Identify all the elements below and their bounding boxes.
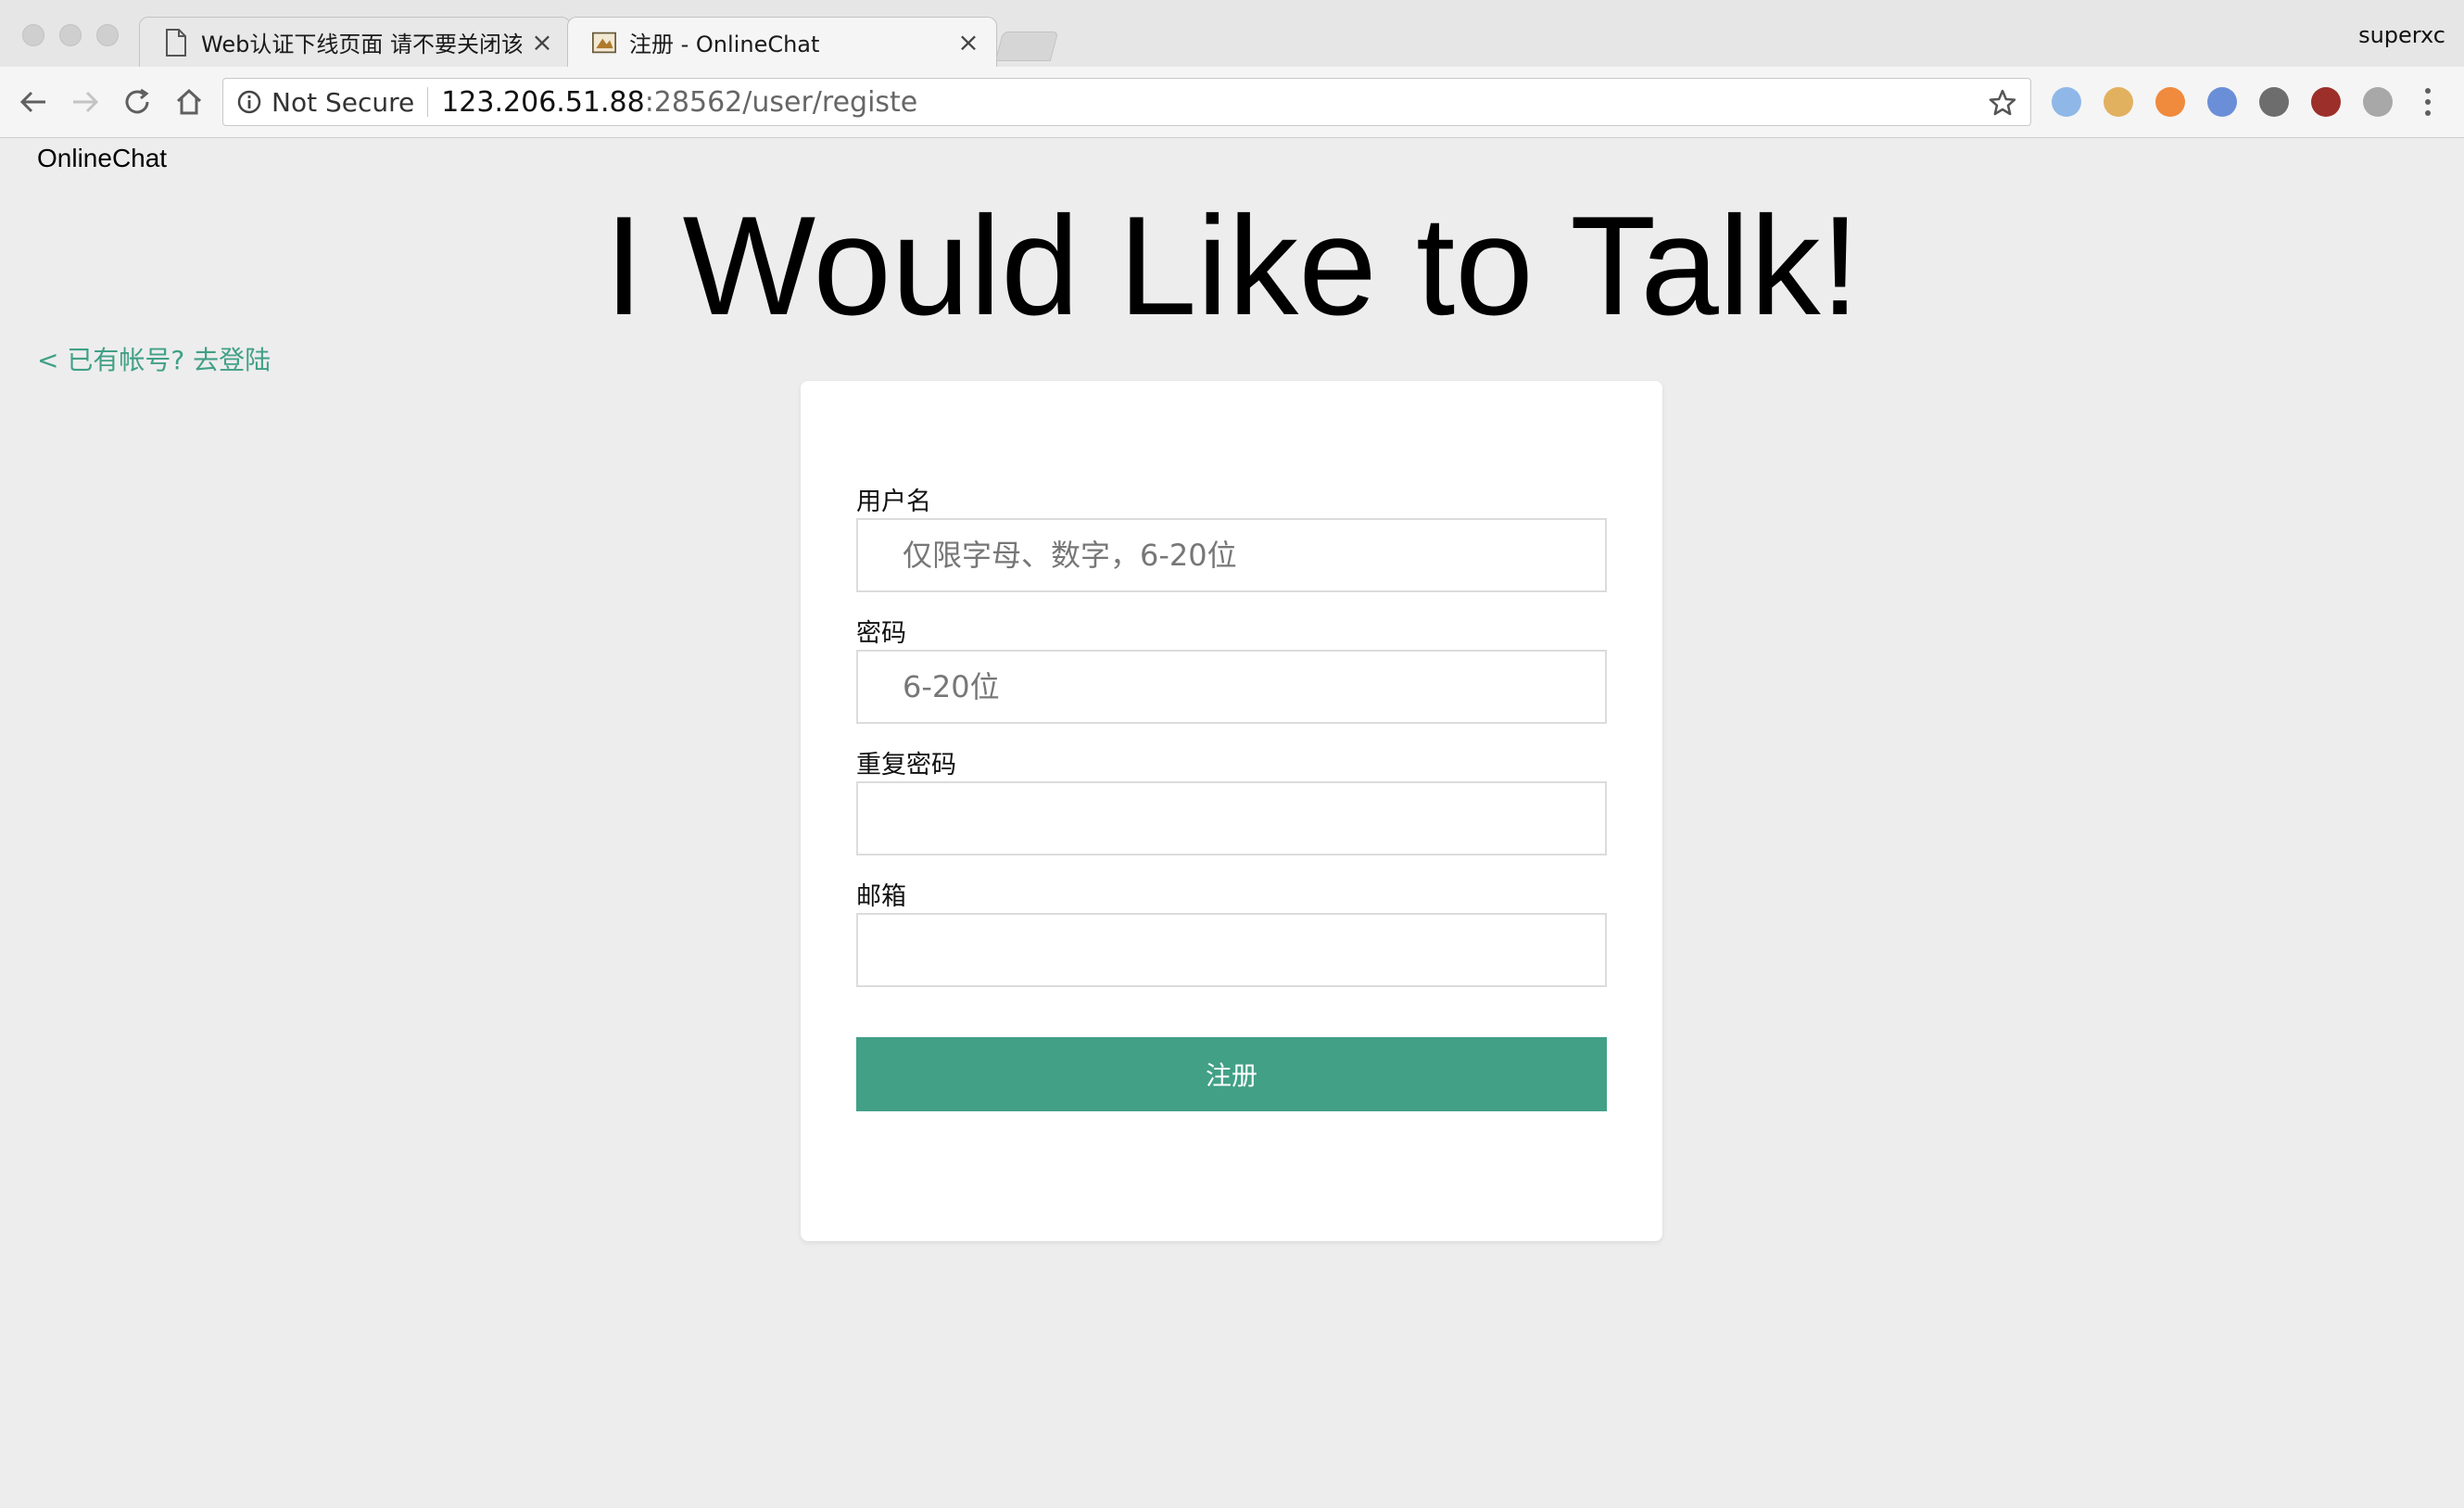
cookie-extension-icon[interactable]: [2104, 87, 2133, 117]
ublock-extension-icon[interactable]: [2311, 87, 2341, 117]
close-icon[interactable]: ×: [531, 27, 553, 57]
login-link[interactable]: < 已有帐号? 去登陆: [37, 340, 271, 377]
arrow-left-icon: [19, 91, 45, 113]
close-icon[interactable]: ×: [957, 27, 979, 57]
reload-button[interactable]: [119, 83, 156, 120]
document-icon: [166, 28, 186, 57]
username-input[interactable]: [856, 518, 1607, 592]
address-bar[interactable]: Not Secure 123.206.51.88:28562/user/regi…: [222, 78, 2031, 126]
register-button[interactable]: 注册: [856, 1037, 1607, 1111]
password-input[interactable]: [856, 650, 1607, 724]
globe-extension-icon[interactable]: [2207, 87, 2237, 117]
password-label: 密码: [856, 619, 906, 648]
repeat-password-label: 重复密码: [856, 751, 956, 779]
tab-web-auth[interactable]: Web认证下线页面 请不要关闭该 ×: [139, 17, 571, 67]
profile-name[interactable]: superxc: [2358, 22, 2445, 48]
page-content: OnlineChat I Would Like to Talk! < 已有帐号?…: [0, 138, 2464, 1508]
url-host: 123.206.51.88: [441, 85, 645, 119]
puzzle-extension-icon[interactable]: [2363, 87, 2393, 117]
more-menu-icon[interactable]: [2420, 85, 2435, 119]
home-button[interactable]: [171, 83, 208, 120]
browser-tab-strip: Web认证下线页面 请不要关闭该 × 注册 - OnlineChat × sup…: [0, 0, 2464, 67]
tab-title: 注册 - OnlineChat: [629, 32, 820, 57]
address-separator: [427, 87, 429, 117]
arrow-right-icon: [73, 91, 99, 113]
browser-toolbar: Not Secure 123.206.51.88:28562/user/regi…: [0, 67, 2464, 138]
home-icon: [176, 88, 202, 115]
brand-name[interactable]: OnlineChat: [37, 144, 167, 173]
url-path: :28562/user/registe: [644, 85, 918, 119]
tab-title: Web认证下线页面 请不要关闭该: [201, 32, 522, 57]
security-label[interactable]: Not Secure: [272, 87, 414, 118]
reload-icon: [125, 88, 149, 114]
cloud-extension-icon[interactable]: [2259, 87, 2289, 117]
favicon-icon: [592, 32, 616, 53]
window-close-dot[interactable]: [22, 24, 44, 46]
forward-button[interactable]: [67, 83, 104, 120]
window-zoom-dot[interactable]: [96, 24, 119, 46]
new-tab-button[interactable]: [994, 32, 1059, 61]
window-minimize-dot[interactable]: [59, 24, 82, 46]
url-text[interactable]: 123.206.51.88:28562/user/registe: [441, 86, 917, 119]
username-label: 用户名: [856, 488, 931, 516]
email-label: 邮箱: [856, 882, 906, 911]
back-button[interactable]: [15, 83, 52, 120]
bookmark-star-icon[interactable]: [1988, 88, 2017, 118]
page-headline: I Would Like to Talk!: [604, 187, 1860, 345]
register-card: 用户名 密码 重复密码 邮箱 注册: [801, 381, 1662, 1241]
tab-register[interactable]: 注册 - OnlineChat ×: [567, 17, 997, 67]
info-icon[interactable]: [236, 89, 262, 115]
repeat-password-input[interactable]: [856, 781, 1607, 855]
extension-blue-icon[interactable]: [2052, 87, 2081, 117]
lifebuoy-extension-icon[interactable]: [2155, 87, 2185, 117]
email-input[interactable]: [856, 913, 1607, 987]
